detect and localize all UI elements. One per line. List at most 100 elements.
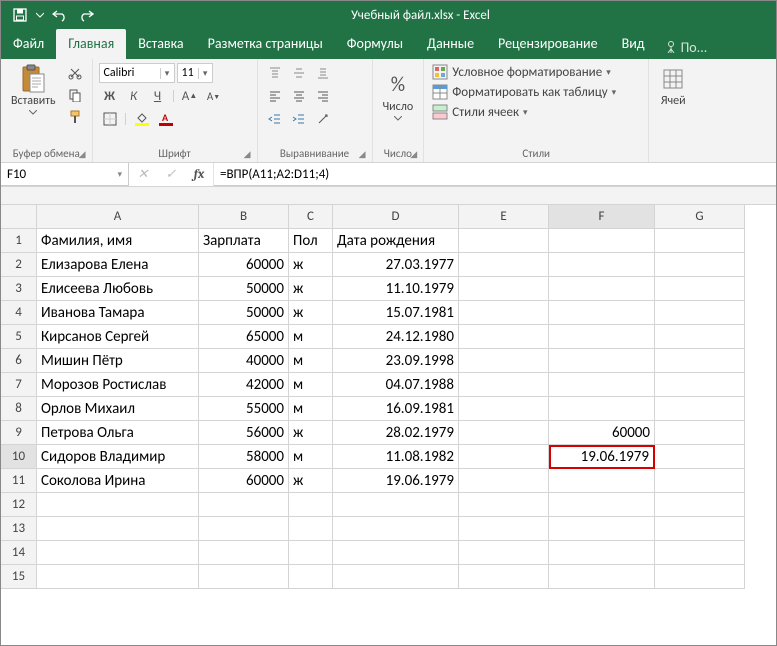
cell-C10[interactable]: м [289,445,333,469]
redo-icon[interactable] [75,4,97,26]
row-header-2[interactable]: 2 [1,253,37,277]
cell-D12[interactable] [333,493,459,517]
borders-icon[interactable] [99,109,121,129]
font-size-combo[interactable]: 11▾ [177,63,213,83]
col-header-E[interactable]: E [459,205,549,229]
cell-C13[interactable] [289,517,333,541]
cell-D9[interactable]: 28.02.1979 [333,421,459,445]
tab-insert[interactable]: Вставка [126,29,195,59]
cell-B6[interactable]: 40000 [199,349,289,373]
cell-B9[interactable]: 56000 [199,421,289,445]
cell-E3[interactable] [459,277,549,301]
cell-E4[interactable] [459,301,549,325]
cell-E15[interactable] [459,565,549,589]
cell-D7[interactable]: 04.07.1988 [333,373,459,397]
fill-color-icon[interactable] [131,109,153,129]
cell-A3[interactable]: Елисеева Любовь [37,277,199,301]
cell-D13[interactable] [333,517,459,541]
undo-icon[interactable] [49,4,71,26]
cell-C6[interactable]: м [289,349,333,373]
cell-F2[interactable] [549,253,655,277]
name-box[interactable]: F10▾ [1,163,129,186]
cell-B2[interactable]: 60000 [199,253,289,277]
tab-view[interactable]: Вид [610,29,657,59]
paste-button[interactable]: Вставить [7,63,60,117]
formula-input[interactable]: =ВПР(A11;A2:D11;4) [214,163,776,186]
cell-B15[interactable] [199,565,289,589]
cell-F5[interactable] [549,325,655,349]
cell-B7[interactable]: 42000 [199,373,289,397]
col-header-G[interactable]: G [655,205,745,229]
number-format-button[interactable]: % Число [379,63,418,123]
tab-home[interactable]: Главная [56,29,126,59]
cell-F7[interactable] [549,373,655,397]
cell-E5[interactable] [459,325,549,349]
cell-G2[interactable] [655,253,745,277]
increase-indent-icon[interactable] [288,109,310,129]
cut-icon[interactable] [64,63,86,83]
cell-C1[interactable]: Пол [289,229,333,253]
cell-D5[interactable]: 24.12.1980 [333,325,459,349]
cell-D11[interactable]: 19.06.1979 [333,469,459,493]
cell-G10[interactable] [655,445,745,469]
cell-F8[interactable] [549,397,655,421]
row-header-3[interactable]: 3 [1,277,37,301]
cell-D1[interactable]: Дата рождения [333,229,459,253]
cell-C3[interactable]: ж [289,277,333,301]
cell-E8[interactable] [459,397,549,421]
qat-dropdown-icon[interactable] [35,4,45,26]
spreadsheet-grid[interactable]: ABCDEFG1Фамилия, имяЗарплатаПолДата рожд… [1,205,776,589]
bold-button[interactable]: Ж [99,86,121,106]
cell-G9[interactable] [655,421,745,445]
cell-B8[interactable]: 55000 [199,397,289,421]
orientation-icon[interactable] [312,109,334,129]
tab-data[interactable]: Данные [415,29,486,59]
cell-A6[interactable]: Мишин Пётр [37,349,199,373]
cell-C8[interactable]: м [289,397,333,421]
underline-button[interactable]: Ч [147,86,169,106]
align-center-icon[interactable] [288,86,310,106]
cell-E1[interactable] [459,229,549,253]
cell-G6[interactable] [655,349,745,373]
cell-B4[interactable]: 50000 [199,301,289,325]
cell-A7[interactable]: Морозов Ростислав [37,373,199,397]
tell-me[interactable]: По... [657,29,716,59]
cell-D3[interactable]: 11.10.1979 [333,277,459,301]
cell-F11[interactable] [549,469,655,493]
cell-B10[interactable]: 58000 [199,445,289,469]
cell-G3[interactable] [655,277,745,301]
cell-D14[interactable] [333,541,459,565]
cell-C4[interactable]: ж [289,301,333,325]
cell-F14[interactable] [549,541,655,565]
cell-E14[interactable] [459,541,549,565]
cell-D8[interactable]: 16.09.1981 [333,397,459,421]
cell-F13[interactable] [549,517,655,541]
row-header-8[interactable]: 8 [1,397,37,421]
dialog-launcher-icon[interactable]: ◢ [410,149,417,160]
cell-C9[interactable]: ж [289,421,333,445]
cell-F12[interactable] [549,493,655,517]
cell-F4[interactable] [549,301,655,325]
cell-C12[interactable] [289,493,333,517]
col-header-F[interactable]: F [549,205,655,229]
cell-F6[interactable] [549,349,655,373]
cell-E13[interactable] [459,517,549,541]
cell-E2[interactable] [459,253,549,277]
row-header-11[interactable]: 11 [1,469,37,493]
shrink-font-icon[interactable]: A▼ [203,86,225,106]
cell-C11[interactable]: ж [289,469,333,493]
row-header-6[interactable]: 6 [1,349,37,373]
row-header-9[interactable]: 9 [1,421,37,445]
row-header-4[interactable]: 4 [1,301,37,325]
cell-A10[interactable]: Сидоров Владимир [37,445,199,469]
cell-G8[interactable] [655,397,745,421]
align-bottom-icon[interactable] [312,63,334,83]
cell-A1[interactable]: Фамилия, имя [37,229,199,253]
cell-B14[interactable] [199,541,289,565]
dialog-launcher-icon[interactable]: ◢ [359,149,366,160]
cell-E6[interactable] [459,349,549,373]
row-header-5[interactable]: 5 [1,325,37,349]
cell-A4[interactable]: Иванова Тамара [37,301,199,325]
cell-C7[interactable]: м [289,373,333,397]
decrease-indent-icon[interactable] [264,109,286,129]
